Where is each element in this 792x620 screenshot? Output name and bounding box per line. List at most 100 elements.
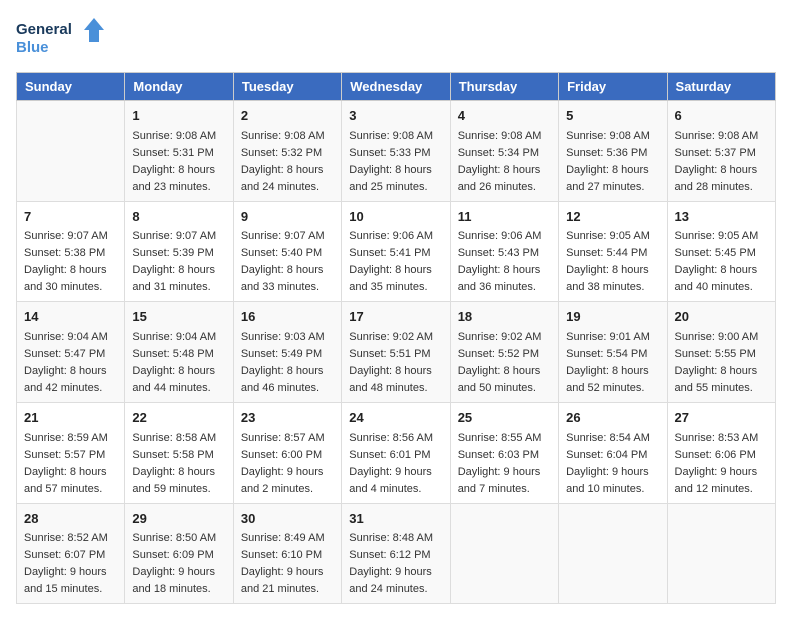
calendar-cell: 18Sunrise: 9:02 AMSunset: 5:52 PMDayligh…	[450, 302, 558, 403]
header-cell-monday: Monday	[125, 73, 233, 101]
day-info: Sunrise: 9:02 AMSunset: 5:52 PMDaylight:…	[458, 329, 551, 397]
calendar-cell: 1Sunrise: 9:08 AMSunset: 5:31 PMDaylight…	[125, 101, 233, 202]
day-number: 10	[349, 207, 442, 227]
calendar-cell: 26Sunrise: 8:54 AMSunset: 6:04 PMDayligh…	[559, 403, 667, 504]
header-cell-thursday: Thursday	[450, 73, 558, 101]
day-info: Sunrise: 9:04 AMSunset: 5:47 PMDaylight:…	[24, 329, 117, 397]
calendar-table: SundayMondayTuesdayWednesdayThursdayFrid…	[16, 72, 776, 604]
day-info: Sunrise: 9:08 AMSunset: 5:37 PMDaylight:…	[675, 128, 768, 196]
day-info: Sunrise: 9:06 AMSunset: 5:43 PMDaylight:…	[458, 228, 551, 296]
day-number: 26	[566, 408, 659, 428]
calendar-cell: 13Sunrise: 9:05 AMSunset: 5:45 PMDayligh…	[667, 201, 775, 302]
calendar-cell	[667, 503, 775, 604]
calendar-cell: 3Sunrise: 9:08 AMSunset: 5:33 PMDaylight…	[342, 101, 450, 202]
day-number: 8	[132, 207, 225, 227]
header-cell-sunday: Sunday	[17, 73, 125, 101]
calendar-cell: 29Sunrise: 8:50 AMSunset: 6:09 PMDayligh…	[125, 503, 233, 604]
day-info: Sunrise: 9:06 AMSunset: 5:41 PMDaylight:…	[349, 228, 442, 296]
day-number: 19	[566, 307, 659, 327]
day-number: 6	[675, 106, 768, 126]
day-info: Sunrise: 8:49 AMSunset: 6:10 PMDaylight:…	[241, 530, 334, 598]
day-info: Sunrise: 8:48 AMSunset: 6:12 PMDaylight:…	[349, 530, 442, 598]
week-row-2: 14Sunrise: 9:04 AMSunset: 5:47 PMDayligh…	[17, 302, 776, 403]
day-number: 17	[349, 307, 442, 327]
day-number: 14	[24, 307, 117, 327]
calendar-cell: 16Sunrise: 9:03 AMSunset: 5:49 PMDayligh…	[233, 302, 341, 403]
calendar-cell: 17Sunrise: 9:02 AMSunset: 5:51 PMDayligh…	[342, 302, 450, 403]
calendar-cell: 28Sunrise: 8:52 AMSunset: 6:07 PMDayligh…	[17, 503, 125, 604]
day-number: 16	[241, 307, 334, 327]
day-number: 27	[675, 408, 768, 428]
day-info: Sunrise: 8:59 AMSunset: 5:57 PMDaylight:…	[24, 430, 117, 498]
day-number: 1	[132, 106, 225, 126]
day-info: Sunrise: 9:08 AMSunset: 5:36 PMDaylight:…	[566, 128, 659, 196]
svg-text:General: General	[16, 21, 72, 38]
logo-svg: General Blue	[16, 16, 106, 60]
svg-text:Blue: Blue	[16, 39, 49, 56]
day-info: Sunrise: 9:08 AMSunset: 5:32 PMDaylight:…	[241, 128, 334, 196]
day-number: 21	[24, 408, 117, 428]
header-cell-friday: Friday	[559, 73, 667, 101]
calendar-cell	[559, 503, 667, 604]
calendar-cell: 23Sunrise: 8:57 AMSunset: 6:00 PMDayligh…	[233, 403, 341, 504]
calendar-cell: 10Sunrise: 9:06 AMSunset: 5:41 PMDayligh…	[342, 201, 450, 302]
day-number: 22	[132, 408, 225, 428]
day-number: 12	[566, 207, 659, 227]
calendar-cell	[450, 503, 558, 604]
calendar-cell: 4Sunrise: 9:08 AMSunset: 5:34 PMDaylight…	[450, 101, 558, 202]
calendar-cell: 5Sunrise: 9:08 AMSunset: 5:36 PMDaylight…	[559, 101, 667, 202]
week-row-4: 28Sunrise: 8:52 AMSunset: 6:07 PMDayligh…	[17, 503, 776, 604]
day-number: 3	[349, 106, 442, 126]
day-number: 25	[458, 408, 551, 428]
calendar-cell: 20Sunrise: 9:00 AMSunset: 5:55 PMDayligh…	[667, 302, 775, 403]
calendar-cell: 14Sunrise: 9:04 AMSunset: 5:47 PMDayligh…	[17, 302, 125, 403]
day-info: Sunrise: 8:52 AMSunset: 6:07 PMDaylight:…	[24, 530, 117, 598]
calendar-cell: 2Sunrise: 9:08 AMSunset: 5:32 PMDaylight…	[233, 101, 341, 202]
calendar-cell	[17, 101, 125, 202]
day-number: 24	[349, 408, 442, 428]
day-info: Sunrise: 8:57 AMSunset: 6:00 PMDaylight:…	[241, 430, 334, 498]
day-info: Sunrise: 9:03 AMSunset: 5:49 PMDaylight:…	[241, 329, 334, 397]
day-info: Sunrise: 9:05 AMSunset: 5:45 PMDaylight:…	[675, 228, 768, 296]
page-header: General Blue	[16, 16, 776, 60]
header-cell-tuesday: Tuesday	[233, 73, 341, 101]
calendar-cell: 12Sunrise: 9:05 AMSunset: 5:44 PMDayligh…	[559, 201, 667, 302]
day-number: 4	[458, 106, 551, 126]
week-row-1: 7Sunrise: 9:07 AMSunset: 5:38 PMDaylight…	[17, 201, 776, 302]
day-number: 9	[241, 207, 334, 227]
day-info: Sunrise: 9:07 AMSunset: 5:39 PMDaylight:…	[132, 228, 225, 296]
header-cell-wednesday: Wednesday	[342, 73, 450, 101]
calendar-cell: 21Sunrise: 8:59 AMSunset: 5:57 PMDayligh…	[17, 403, 125, 504]
calendar-cell: 7Sunrise: 9:07 AMSunset: 5:38 PMDaylight…	[17, 201, 125, 302]
day-info: Sunrise: 9:01 AMSunset: 5:54 PMDaylight:…	[566, 329, 659, 397]
day-number: 11	[458, 207, 551, 227]
day-number: 28	[24, 509, 117, 529]
day-number: 2	[241, 106, 334, 126]
day-number: 18	[458, 307, 551, 327]
calendar-cell: 25Sunrise: 8:55 AMSunset: 6:03 PMDayligh…	[450, 403, 558, 504]
calendar-cell: 22Sunrise: 8:58 AMSunset: 5:58 PMDayligh…	[125, 403, 233, 504]
day-info: Sunrise: 9:07 AMSunset: 5:40 PMDaylight:…	[241, 228, 334, 296]
day-info: Sunrise: 9:07 AMSunset: 5:38 PMDaylight:…	[24, 228, 117, 296]
calendar-cell: 11Sunrise: 9:06 AMSunset: 5:43 PMDayligh…	[450, 201, 558, 302]
calendar-cell: 9Sunrise: 9:07 AMSunset: 5:40 PMDaylight…	[233, 201, 341, 302]
day-number: 15	[132, 307, 225, 327]
day-info: Sunrise: 9:02 AMSunset: 5:51 PMDaylight:…	[349, 329, 442, 397]
day-info: Sunrise: 8:53 AMSunset: 6:06 PMDaylight:…	[675, 430, 768, 498]
day-info: Sunrise: 8:58 AMSunset: 5:58 PMDaylight:…	[132, 430, 225, 498]
day-number: 5	[566, 106, 659, 126]
day-info: Sunrise: 8:54 AMSunset: 6:04 PMDaylight:…	[566, 430, 659, 498]
calendar-cell: 27Sunrise: 8:53 AMSunset: 6:06 PMDayligh…	[667, 403, 775, 504]
day-info: Sunrise: 8:50 AMSunset: 6:09 PMDaylight:…	[132, 530, 225, 598]
week-row-3: 21Sunrise: 8:59 AMSunset: 5:57 PMDayligh…	[17, 403, 776, 504]
day-info: Sunrise: 9:00 AMSunset: 5:55 PMDaylight:…	[675, 329, 768, 397]
calendar-cell: 24Sunrise: 8:56 AMSunset: 6:01 PMDayligh…	[342, 403, 450, 504]
logo: General Blue	[16, 16, 106, 60]
day-info: Sunrise: 9:08 AMSunset: 5:31 PMDaylight:…	[132, 128, 225, 196]
day-number: 13	[675, 207, 768, 227]
calendar-cell: 6Sunrise: 9:08 AMSunset: 5:37 PMDaylight…	[667, 101, 775, 202]
calendar-cell: 15Sunrise: 9:04 AMSunset: 5:48 PMDayligh…	[125, 302, 233, 403]
day-info: Sunrise: 8:56 AMSunset: 6:01 PMDaylight:…	[349, 430, 442, 498]
day-info: Sunrise: 9:04 AMSunset: 5:48 PMDaylight:…	[132, 329, 225, 397]
week-row-0: 1Sunrise: 9:08 AMSunset: 5:31 PMDaylight…	[17, 101, 776, 202]
